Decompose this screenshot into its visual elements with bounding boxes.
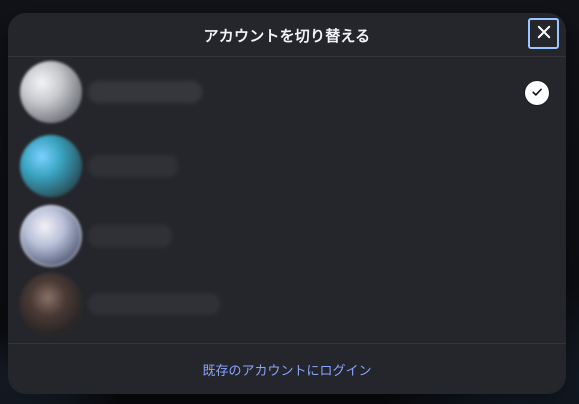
avatar bbox=[20, 205, 82, 267]
account-name-redacted bbox=[88, 155, 178, 177]
dialog-title: アカウントを切り替える bbox=[203, 27, 371, 45]
account-row-4[interactable] bbox=[8, 271, 566, 337]
dialog-header: アカウントを切り替える bbox=[8, 13, 566, 57]
account-row-1[interactable] bbox=[8, 59, 566, 125]
dialog-footer: 既存のアカウントにログイン bbox=[8, 343, 566, 394]
close-button[interactable] bbox=[528, 18, 559, 49]
selected-check-badge bbox=[525, 81, 549, 105]
avatar bbox=[20, 61, 82, 123]
login-existing-account-link[interactable]: 既存のアカウントにログイン bbox=[202, 360, 371, 379]
avatar bbox=[20, 135, 82, 197]
account-name-redacted bbox=[88, 225, 172, 247]
account-row-3[interactable] bbox=[8, 203, 566, 269]
close-icon bbox=[535, 23, 553, 44]
account-list bbox=[8, 57, 566, 343]
account-name-redacted bbox=[88, 293, 220, 315]
account-name-redacted bbox=[88, 81, 202, 103]
switch-account-dialog: アカウントを切り替える 既存のアカウントにログイン bbox=[8, 13, 566, 394]
avatar bbox=[20, 273, 82, 335]
check-icon bbox=[530, 84, 544, 103]
account-row-2[interactable] bbox=[8, 133, 566, 199]
